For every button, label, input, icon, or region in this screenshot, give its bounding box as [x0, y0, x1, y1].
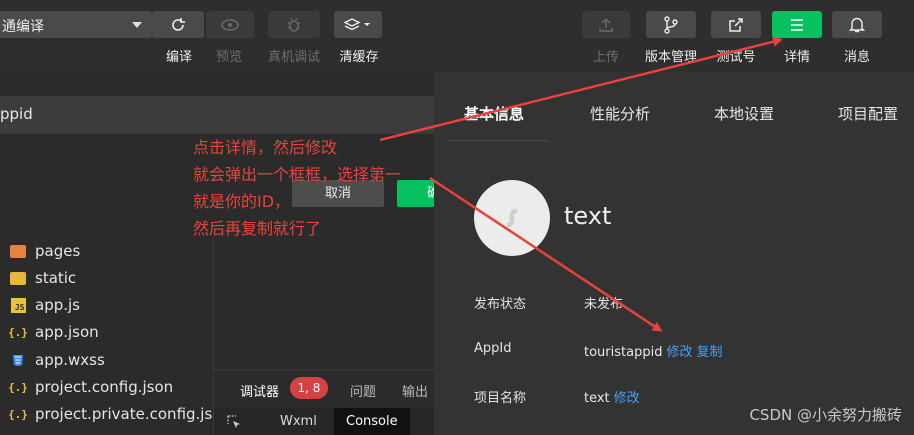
- compile-mode-select[interactable]: 通编译: [0, 11, 152, 38]
- messages-label: 消息: [843, 50, 870, 65]
- copy-appid-link[interactable]: 复制: [696, 345, 722, 360]
- test-account-label: 测试号: [716, 50, 756, 65]
- annotation-line: 就会弹出一个框框，选择第一: [193, 165, 402, 184]
- chevron-down-icon: [132, 22, 142, 28]
- error-count-badge: 1, 8: [290, 377, 328, 399]
- appid-input-row[interactable]: ppid: [0, 96, 434, 134]
- remote-debug-button[interactable]: [268, 11, 320, 38]
- file-tree-item-label: project.config.json: [35, 378, 174, 396]
- refresh-icon: [172, 17, 185, 31]
- details-label: 详情: [783, 50, 810, 65]
- details-button[interactable]: [772, 11, 822, 38]
- tab-performance[interactable]: 性能分析: [590, 103, 650, 124]
- clear-cache-button[interactable]: [334, 11, 382, 38]
- appid-row-label: ppid: [0, 105, 33, 123]
- tab-output[interactable]: 输出: [402, 381, 428, 400]
- modify-project-name-link[interactable]: 修改: [614, 391, 640, 406]
- file-tree-item-app-wxss[interactable]: app.wxss: [8, 349, 105, 371]
- left-panel: ppid 取消 确定 pages static JS app.js {.} ap…: [0, 72, 434, 435]
- tab-problems[interactable]: 问题: [350, 381, 376, 400]
- bug-icon: [288, 17, 300, 32]
- branch-icon: [664, 15, 678, 34]
- project-name-value-row: text 修改: [584, 387, 640, 406]
- file-tree-item-label: app.js: [35, 296, 80, 314]
- file-tree-item-label: app.json: [35, 323, 99, 341]
- file-tree-item-label: project.private.config.js...: [35, 405, 227, 423]
- tab-debugger[interactable]: 调试器: [240, 381, 279, 400]
- appid-label: AppId: [474, 341, 512, 356]
- modify-appid-link[interactable]: 修改: [666, 345, 692, 360]
- version-control-label: 版本管理: [644, 50, 697, 65]
- remote-debug-label: 真机调试: [267, 50, 320, 65]
- layers-icon: [344, 17, 370, 30]
- external-link-icon: [729, 17, 743, 32]
- file-tree-item-static[interactable]: static: [8, 267, 76, 289]
- confirm-button[interactable]: 确定: [397, 180, 434, 207]
- appid-value: touristappid: [584, 345, 663, 360]
- file-tree-item-app-js[interactable]: JS app.js: [8, 294, 80, 316]
- folder-icon: [10, 244, 26, 258]
- folder-icon: [10, 271, 26, 285]
- mini-program-logo-icon: [506, 208, 518, 228]
- tab-wxml[interactable]: Wxml: [268, 408, 329, 435]
- tab-console[interactable]: Console: [334, 408, 410, 435]
- menu-icon: [791, 18, 803, 31]
- cursor-select-icon: [227, 415, 240, 428]
- compile-mode-label: 通编译: [2, 19, 44, 35]
- file-tree-item-pages[interactable]: pages: [8, 240, 80, 262]
- toolbar: 通编译 编译 预览 真机调试 清缓存 上传 版本管理 测试号 详情 消息: [0, 0, 914, 72]
- annotation-text: 点击详情，然后修改 就会弹出一个框框，选择第一 就是你的ID， 然后再复制就行了: [193, 134, 401, 242]
- compile-button[interactable]: [152, 11, 204, 38]
- clear-cache-label: 清缓存: [339, 50, 379, 65]
- project-name-value: text: [584, 391, 610, 406]
- file-tree-item-label: static: [35, 269, 77, 287]
- js-file-icon: JS: [10, 297, 26, 313]
- appid-value-row: touristappid 修改 复制: [584, 341, 722, 360]
- css-file-icon: [8, 352, 28, 368]
- annotation-line: 点击详情，然后修改: [193, 138, 338, 157]
- messages-button[interactable]: [832, 11, 882, 38]
- preview-button[interactable]: [206, 11, 254, 38]
- file-tree-item-project-config[interactable]: {.} project.config.json: [8, 376, 173, 398]
- preview-label: 预览: [215, 50, 242, 65]
- bell-icon: [849, 17, 865, 32]
- json-file-icon: {.}: [8, 325, 28, 339]
- upload-label: 上传: [592, 50, 619, 65]
- eye-icon: [221, 18, 239, 31]
- debugger-sub-tabs: Wxml Console: [214, 408, 434, 435]
- details-panel: 基本信息 性能分析 本地设置 项目配置 text 发布状态 未发布 AppId …: [434, 72, 914, 435]
- tab-underline: [448, 140, 548, 141]
- compile-label: 编译: [165, 50, 192, 65]
- file-tree-item-project-private-config[interactable]: {.} project.private.config.js...: [8, 403, 227, 425]
- json-file-icon: {.}: [8, 380, 28, 394]
- app-name: text: [564, 202, 612, 230]
- watermark: CSDN @小余努力搬砖: [749, 406, 902, 424]
- annotation-line: 就是你的ID，: [193, 192, 291, 211]
- tab-project-config[interactable]: 项目配置: [838, 103, 898, 124]
- test-account-button[interactable]: [711, 11, 761, 38]
- version-control-button[interactable]: [646, 11, 696, 38]
- project-name-label: 项目名称: [474, 391, 527, 406]
- file-tree-item-label: app.wxss: [35, 351, 105, 369]
- publish-status-label: 发布状态: [474, 297, 527, 312]
- file-tree-item-app-json[interactable]: {.} app.json: [8, 321, 99, 343]
- tab-basic-info[interactable]: 基本信息: [464, 103, 524, 124]
- tab-local-settings[interactable]: 本地设置: [714, 103, 774, 124]
- inspect-element-button[interactable]: [214, 408, 254, 435]
- json-file-icon: {.}: [8, 407, 28, 421]
- publish-status-value: 未发布: [584, 297, 624, 312]
- upload-button[interactable]: [582, 11, 630, 38]
- annotation-line: 然后再复制就行了: [193, 219, 322, 238]
- file-tree-item-label: pages: [35, 242, 81, 260]
- upload-icon: [599, 17, 613, 32]
- app-avatar: [474, 180, 550, 256]
- debugger-tab-bar: 调试器 1, 8 问题 输出: [214, 370, 434, 408]
